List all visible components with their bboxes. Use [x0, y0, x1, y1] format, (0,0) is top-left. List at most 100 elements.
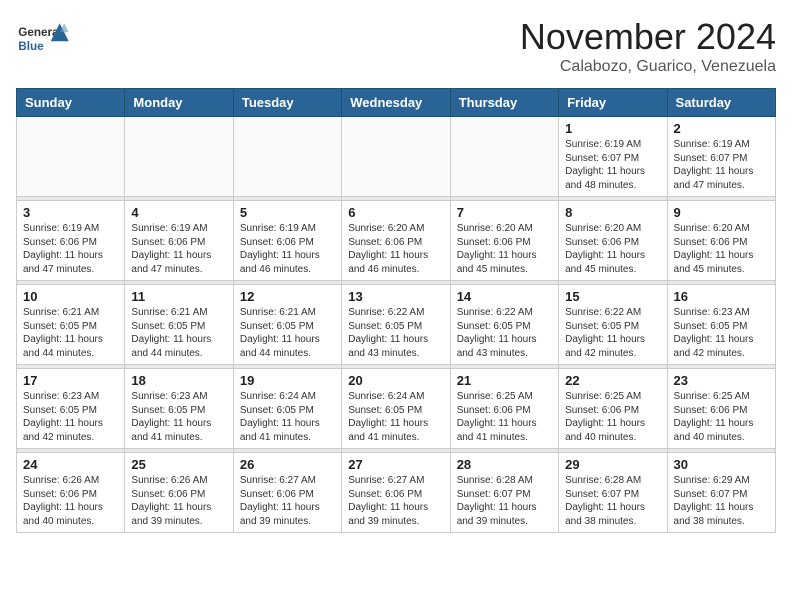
col-monday: Monday: [125, 89, 233, 117]
title-block: November 2024 Calabozo, Guarico, Venezue…: [520, 16, 776, 76]
calendar-header-row: Sunday Monday Tuesday Wednesday Thursday…: [17, 89, 776, 117]
calendar-cell: 16 Sunrise: 6:23 AMSunset: 6:05 PMDayligh…: [667, 285, 775, 365]
calendar-cell: 3 Sunrise: 6:19 AMSunset: 6:06 PMDaylight…: [17, 201, 125, 281]
day-number: 18: [131, 373, 226, 388]
calendar-week-2: 3 Sunrise: 6:19 AMSunset: 6:06 PMDaylight…: [17, 201, 776, 281]
day-number: 22: [565, 373, 660, 388]
calendar-cell: 30 Sunrise: 6:29 AMSunset: 6:07 PMDayligh…: [667, 453, 775, 533]
day-number: 19: [240, 373, 335, 388]
calendar-cell: 19Sunrise: 6:24 AMSunset: 6:05 PMDayligh…: [233, 369, 341, 449]
col-friday: Friday: [559, 89, 667, 117]
day-info: Sunrise: 6:27 AMSunset: 6:06 PMDaylight:…: [240, 474, 335, 528]
calendar-week-1: 1 Sunrise: 6:19 AMSunset: 6:07 PMDaylight…: [17, 117, 776, 197]
col-sunday: Sunday: [17, 89, 125, 117]
day-number: 30: [674, 457, 769, 472]
calendar-cell: 5 Sunrise: 6:19 AMSunset: 6:06 PMDaylight…: [233, 201, 341, 281]
calendar-cell: 22 Sunrise: 6:25 AMSunset: 6:06 PMDayligh…: [559, 369, 667, 449]
calendar-cell: 4 Sunrise: 6:19 AMSunset: 6:06 PMDaylight…: [125, 201, 233, 281]
calendar-cell: 28Sunrise: 6:28 AMSunset: 6:07 PMDayligh…: [450, 453, 558, 533]
day-info: Sunrise: 6:25 AMSunset: 6:06 PMDaylight:…: [674, 390, 769, 444]
day-info: Sunrise: 6:23 AMSunset: 6:05 PMDaylight:…: [23, 390, 118, 444]
day-number: 27: [348, 457, 443, 472]
calendar-cell: 18 Sunrise: 6:23 AMSunset: 6:05 PMDayligh…: [125, 369, 233, 449]
day-info: Sunrise: 6:29 AMSunset: 6:07 PMDaylight:…: [674, 474, 769, 528]
svg-text:Blue: Blue: [18, 40, 44, 53]
calendar-cell: 17 Sunrise: 6:23 AMSunset: 6:05 PMDayligh…: [17, 369, 125, 449]
day-info: Sunrise: 6:26 AMSunset: 6:06 PMDaylight:…: [23, 474, 118, 528]
day-info: Sunrise: 6:19 AMSunset: 6:06 PMDaylight:…: [23, 222, 118, 276]
calendar-cell: 2Sunrise: 6:19 AMSunset: 6:07 PMDaylight…: [667, 117, 775, 197]
day-number: 5: [240, 205, 335, 220]
calendar-cell: 21Sunrise: 6:25 AMSunset: 6:06 PMDayligh…: [450, 369, 558, 449]
day-info: Sunrise: 6:20 AMSunset: 6:06 PMDaylight:…: [674, 222, 769, 276]
day-info: Sunrise: 6:20 AMSunset: 6:06 PMDaylight:…: [457, 222, 552, 276]
day-number: 13: [348, 289, 443, 304]
calendar-cell: 27 Sunrise: 6:27 AMSunset: 6:06 PMDayligh…: [342, 453, 450, 533]
day-number: 2: [674, 121, 769, 136]
location-text: Calabozo, Guarico, Venezuela: [520, 58, 776, 76]
calendar-cell: 29 Sunrise: 6:28 AMSunset: 6:07 PMDayligh…: [559, 453, 667, 533]
day-number: 15: [565, 289, 660, 304]
day-number: 29: [565, 457, 660, 472]
day-number: 17: [23, 373, 118, 388]
day-number: 21: [457, 373, 552, 388]
day-info: Sunrise: 6:25 AMSunset: 6:06 PMDaylight:…: [565, 390, 660, 444]
day-info: Sunrise: 6:19 AMSunset: 6:06 PMDaylight:…: [131, 222, 226, 276]
day-info: Sunrise: 6:19 AMSunset: 6:06 PMDaylight:…: [240, 222, 335, 276]
day-number: 12: [240, 289, 335, 304]
day-info: Sunrise: 6:20 AMSunset: 6:06 PMDaylight:…: [565, 222, 660, 276]
day-number: 26: [240, 457, 335, 472]
col-saturday: Saturday: [667, 89, 775, 117]
day-number: 9: [674, 205, 769, 220]
day-info: Sunrise: 6:23 AMSunset: 6:05 PMDaylight:…: [131, 390, 226, 444]
calendar-cell: 10Sunrise: 6:21 AMSunset: 6:05 PMDayligh…: [17, 285, 125, 365]
col-thursday: Thursday: [450, 89, 558, 117]
calendar-week-5: 24Sunrise: 6:26 AMSunset: 6:06 PMDayligh…: [17, 453, 776, 533]
day-info: Sunrise: 6:20 AMSunset: 6:06 PMDaylight:…: [348, 222, 443, 276]
col-tuesday: Tuesday: [233, 89, 341, 117]
calendar-cell: [450, 117, 558, 197]
calendar-cell: 11 Sunrise: 6:21 AMSunset: 6:05 PMDayligh…: [125, 285, 233, 365]
day-number: 1: [565, 121, 660, 136]
day-number: 11: [131, 289, 226, 304]
day-info: Sunrise: 6:21 AMSunset: 6:05 PMDaylight:…: [131, 306, 226, 360]
day-info: Sunrise: 6:19 AMSunset: 6:07 PMDaylight:…: [565, 138, 660, 192]
day-number: 10: [23, 289, 118, 304]
col-wednesday: Wednesday: [342, 89, 450, 117]
day-info: Sunrise: 6:26 AMSunset: 6:06 PMDaylight:…: [131, 474, 226, 528]
calendar-cell: 8 Sunrise: 6:20 AMSunset: 6:06 PMDaylight…: [559, 201, 667, 281]
calendar-table: Sunday Monday Tuesday Wednesday Thursday…: [16, 88, 776, 533]
calendar-cell: [17, 117, 125, 197]
calendar-week-4: 17 Sunrise: 6:23 AMSunset: 6:05 PMDayligh…: [17, 369, 776, 449]
calendar-cell: 26 Sunrise: 6:27 AMSunset: 6:06 PMDayligh…: [233, 453, 341, 533]
day-info: Sunrise: 6:22 AMSunset: 6:05 PMDaylight:…: [565, 306, 660, 360]
calendar-cell: 24Sunrise: 6:26 AMSunset: 6:06 PMDayligh…: [17, 453, 125, 533]
day-info: Sunrise: 6:27 AMSunset: 6:06 PMDaylight:…: [348, 474, 443, 528]
day-info: Sunrise: 6:22 AMSunset: 6:05 PMDaylight:…: [457, 306, 552, 360]
page-header: General Blue November 2024 Calabozo, Gua…: [16, 16, 776, 76]
day-number: 7: [457, 205, 552, 220]
calendar-cell: 12Sunrise: 6:21 AMSunset: 6:05 PMDayligh…: [233, 285, 341, 365]
day-number: 20: [348, 373, 443, 388]
calendar-cell: [125, 117, 233, 197]
day-info: Sunrise: 6:22 AMSunset: 6:05 PMDaylight:…: [348, 306, 443, 360]
day-number: 3: [23, 205, 118, 220]
day-number: 14: [457, 289, 552, 304]
logo-icon: General Blue: [16, 16, 71, 61]
month-title: November 2024: [520, 16, 776, 58]
day-number: 23: [674, 373, 769, 388]
day-number: 16: [674, 289, 769, 304]
day-info: Sunrise: 6:28 AMSunset: 6:07 PMDaylight:…: [565, 474, 660, 528]
day-number: 8: [565, 205, 660, 220]
calendar-cell: 25 Sunrise: 6:26 AMSunset: 6:06 PMDayligh…: [125, 453, 233, 533]
calendar-cell: 20 Sunrise: 6:24 AMSunset: 6:05 PMDayligh…: [342, 369, 450, 449]
calendar-week-3: 10 Sunrise: 6:21 AMSunset: 6:05 PMDayligh…: [17, 285, 776, 365]
calendar-cell: 9 Sunrise: 6:20 AMSunset: 6:06 PMDaylight…: [667, 201, 775, 281]
day-number: 4: [131, 205, 226, 220]
calendar-cell: 1 Sunrise: 6:19 AMSunset: 6:07 PMDaylight…: [559, 117, 667, 197]
day-info: Sunrise: 6:23 AMSunset: 6:05 PMDaylight:…: [674, 306, 769, 360]
day-info: Sunrise: 6:24 AMSunset: 6:05 PMDaylight:…: [348, 390, 443, 444]
day-number: 25: [131, 457, 226, 472]
calendar-cell: [342, 117, 450, 197]
calendar-cell: 15 Sunrise: 6:22 AMSunset: 6:05 PMDayligh…: [559, 285, 667, 365]
